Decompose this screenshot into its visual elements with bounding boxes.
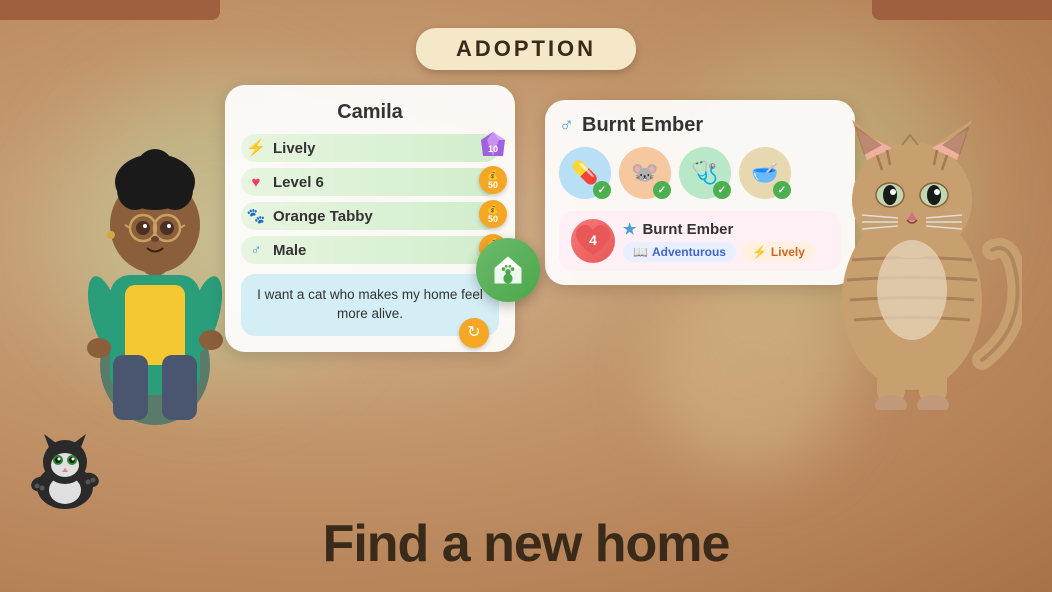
need-health-check: ✓ [713, 181, 731, 199]
level-cost: 💰 50 [479, 166, 507, 194]
lively-trait-label: Lively [771, 245, 805, 259]
heart-icon: 4 [571, 219, 615, 263]
stat-bar-level: ♥ Level 6 [241, 168, 499, 196]
speech-text: I want a cat who makes my home feel more… [257, 287, 483, 321]
stat-bar-lively: ⚡ Lively [241, 134, 499, 162]
lively-icon: ⚡ [245, 137, 267, 159]
lively-label: Lively [273, 140, 316, 157]
top-left-patch [0, 0, 220, 20]
need-play: 🐭 ✓ [619, 147, 671, 199]
level-icon: ♥ [245, 171, 267, 193]
bottom-text: Find a new home [0, 514, 1052, 574]
need-food-icon: 🥣 [751, 160, 778, 186]
cat-name: Burnt Ember [582, 114, 703, 137]
stat-row-lively: ⚡ Lively 10 [241, 134, 499, 162]
refresh-button[interactable]: ↻ [459, 318, 489, 348]
corner-cat-svg [20, 422, 110, 512]
need-food: 🥣 ✓ [739, 147, 791, 199]
stat-row-breed: 🐾 Orange Tabby 💰 50 [241, 202, 499, 230]
adventurous-icon: 📖 [633, 245, 648, 259]
need-play-check: ✓ [653, 181, 671, 199]
trait-tags: 📖 Adventurous ⚡ Lively [623, 242, 829, 262]
gender-label: Male [273, 242, 306, 259]
adoption-label: ADOPTION [456, 36, 596, 61]
adoption-banner: ADOPTION [416, 28, 636, 70]
top-right-patch [872, 0, 1052, 20]
lively-trait-icon: ⚡ [752, 245, 767, 259]
match-info: ★ Burnt Ember 📖 Adventurous ⚡ Lively [623, 220, 829, 262]
need-play-icon: 🐭 [631, 160, 658, 186]
cat-illustration [802, 60, 1022, 410]
left-card-name: Camila [241, 101, 499, 124]
adopt-icon [490, 252, 526, 288]
need-water-check: ✓ [593, 181, 611, 199]
svg-text:10: 10 [488, 144, 498, 154]
bottom-text-content: Find a new home [323, 515, 730, 573]
need-food-check: ✓ [773, 181, 791, 199]
stat-row-level: ♥ Level 6 💰 50 [241, 168, 499, 196]
breed-cost: 💰 50 [479, 200, 507, 228]
need-health: 🩺 ✓ [679, 147, 731, 199]
need-water: 💊 ✓ [559, 147, 611, 199]
cat-svg [802, 60, 1022, 410]
cat-match-card: 4 ★ Burnt Ember 📖 Adventurous ⚡ Lively [559, 211, 841, 271]
speech-bubble: I want a cat who makes my home feel more… [241, 274, 499, 336]
stat-row-gender: ♂ Male 💰 30 [241, 236, 499, 264]
match-name: ★ Burnt Ember [623, 220, 829, 238]
adventurous-label: Adventurous [652, 245, 726, 259]
needs-row: 💊 ✓ 🐭 ✓ 🩺 ✓ 🥣 ✓ [559, 147, 841, 199]
need-health-icon: 🩺 [691, 160, 718, 186]
adopt-button[interactable] [476, 238, 540, 302]
left-card: Camila ⚡ Lively 10 ♥ Level 6 💰 50 [225, 85, 515, 352]
breed-label: Orange Tabby [273, 208, 373, 225]
need-water-icon: 💊 [571, 160, 598, 186]
stat-bar-gender: ♂ Male [241, 236, 499, 264]
heart-badge: 4 [571, 219, 615, 263]
svg-text:4: 4 [589, 232, 597, 248]
gender-icon: ♂ [245, 239, 267, 261]
level-label: Level 6 [273, 174, 324, 191]
breed-icon: 🐾 [245, 205, 267, 227]
cat-name-header: ♂ Burnt Ember [559, 114, 841, 137]
cat-gender-icon: ♂ [559, 114, 574, 137]
gem-icon: 10 [477, 130, 509, 162]
match-star-icon: ★ [623, 220, 636, 238]
trait-adventurous: 📖 Adventurous [623, 242, 736, 262]
corner-cat [20, 422, 110, 512]
stat-bar-breed: 🐾 Orange Tabby [241, 202, 499, 230]
